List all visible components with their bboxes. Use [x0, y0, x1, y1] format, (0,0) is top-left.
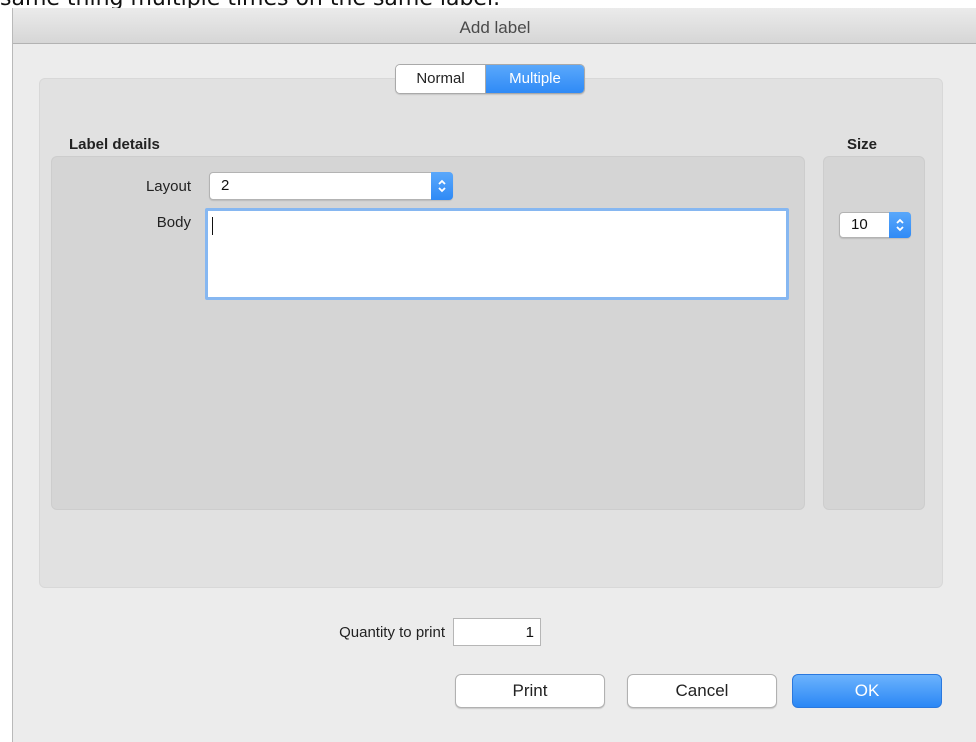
- chevron-updown-icon: [889, 212, 911, 238]
- quantity-value: 1: [525, 624, 534, 641]
- cancel-button[interactable]: Cancel: [627, 674, 777, 708]
- tab-normal[interactable]: Normal: [396, 65, 486, 93]
- size-value: 10: [851, 216, 868, 233]
- layout-label: Layout: [145, 178, 191, 195]
- tab-multiple[interactable]: Multiple: [486, 65, 584, 93]
- size-box: [823, 156, 925, 510]
- layout-select[interactable]: 2: [209, 172, 453, 200]
- chevron-updown-icon: [431, 172, 453, 200]
- body-label: Body: [156, 214, 191, 231]
- dialog-title: Add label: [459, 18, 531, 37]
- label-details-heading: Label details: [69, 136, 160, 153]
- quantity-label: Quantity to print: [339, 624, 445, 641]
- quantity-input[interactable]: 1: [453, 618, 541, 646]
- print-button[interactable]: Print: [455, 674, 605, 708]
- text-caret: [212, 217, 213, 235]
- size-select[interactable]: 10: [839, 212, 911, 238]
- layout-value: 2: [221, 177, 230, 194]
- add-label-dialog: Add label Normal Multiple Label details …: [12, 8, 976, 742]
- ok-button[interactable]: OK: [792, 674, 942, 708]
- titlebar: Add label: [13, 8, 976, 44]
- mode-segmented-control: Normal Multiple: [395, 64, 585, 94]
- size-heading: Size: [847, 136, 878, 153]
- body-textarea[interactable]: [205, 208, 789, 300]
